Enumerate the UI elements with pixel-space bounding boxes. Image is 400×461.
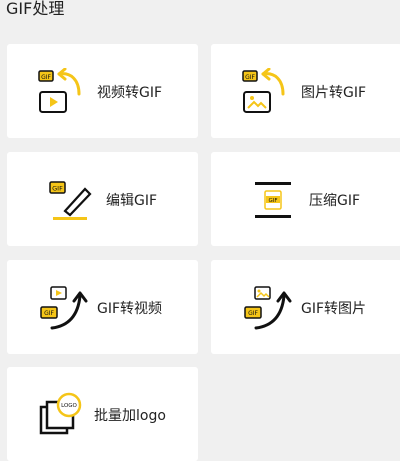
image-to-gif-icon: GIF xyxy=(241,67,297,120)
tool-card-batch-logo[interactable]: LOGO 批量加logo xyxy=(7,367,198,461)
tool-label: GIF转视频 xyxy=(97,301,163,317)
compress-gif-icon: GIF xyxy=(251,180,299,224)
svg-text:GIF: GIF xyxy=(44,310,54,317)
tool-card-gif-to-image[interactable]: GIF GIF转图片 xyxy=(211,260,400,354)
svg-text:LOGO: LOGO xyxy=(61,403,77,409)
svg-text:GIF: GIF xyxy=(52,185,63,193)
tool-card-edit-gif[interactable]: GIF 编辑GIF xyxy=(7,152,198,246)
svg-text:GIF: GIF xyxy=(268,198,277,204)
svg-text:GIF: GIF xyxy=(245,74,255,81)
video-to-gif-icon: GIF xyxy=(37,67,93,120)
tool-card-compress-gif[interactable]: GIF 压缩GIF xyxy=(211,152,400,246)
tool-label: 图片转GIF xyxy=(301,85,367,101)
tool-card-gif-to-video[interactable]: GIF GIF转视频 xyxy=(7,260,198,354)
tool-label: 编辑GIF xyxy=(106,193,158,209)
tool-card-video-to-gif[interactable]: GIF 视频转GIF xyxy=(7,44,198,138)
tool-label: 批量加logo xyxy=(94,408,166,424)
tool-label: 压缩GIF xyxy=(309,193,361,209)
batch-logo-icon: LOGO xyxy=(39,391,87,443)
tool-label: 视频转GIF xyxy=(97,85,163,101)
tool-label: GIF转图片 xyxy=(301,301,367,317)
edit-gif-icon: GIF xyxy=(47,179,95,225)
svg-text:GIF: GIF xyxy=(41,74,51,81)
gif-to-image-icon: GIF xyxy=(244,284,296,336)
svg-text:GIF: GIF xyxy=(248,310,258,317)
section-title: GIF处理 xyxy=(6,0,65,18)
tool-card-image-to-gif[interactable]: GIF 图片转GIF xyxy=(211,44,400,138)
gif-to-video-icon: GIF xyxy=(40,284,92,336)
